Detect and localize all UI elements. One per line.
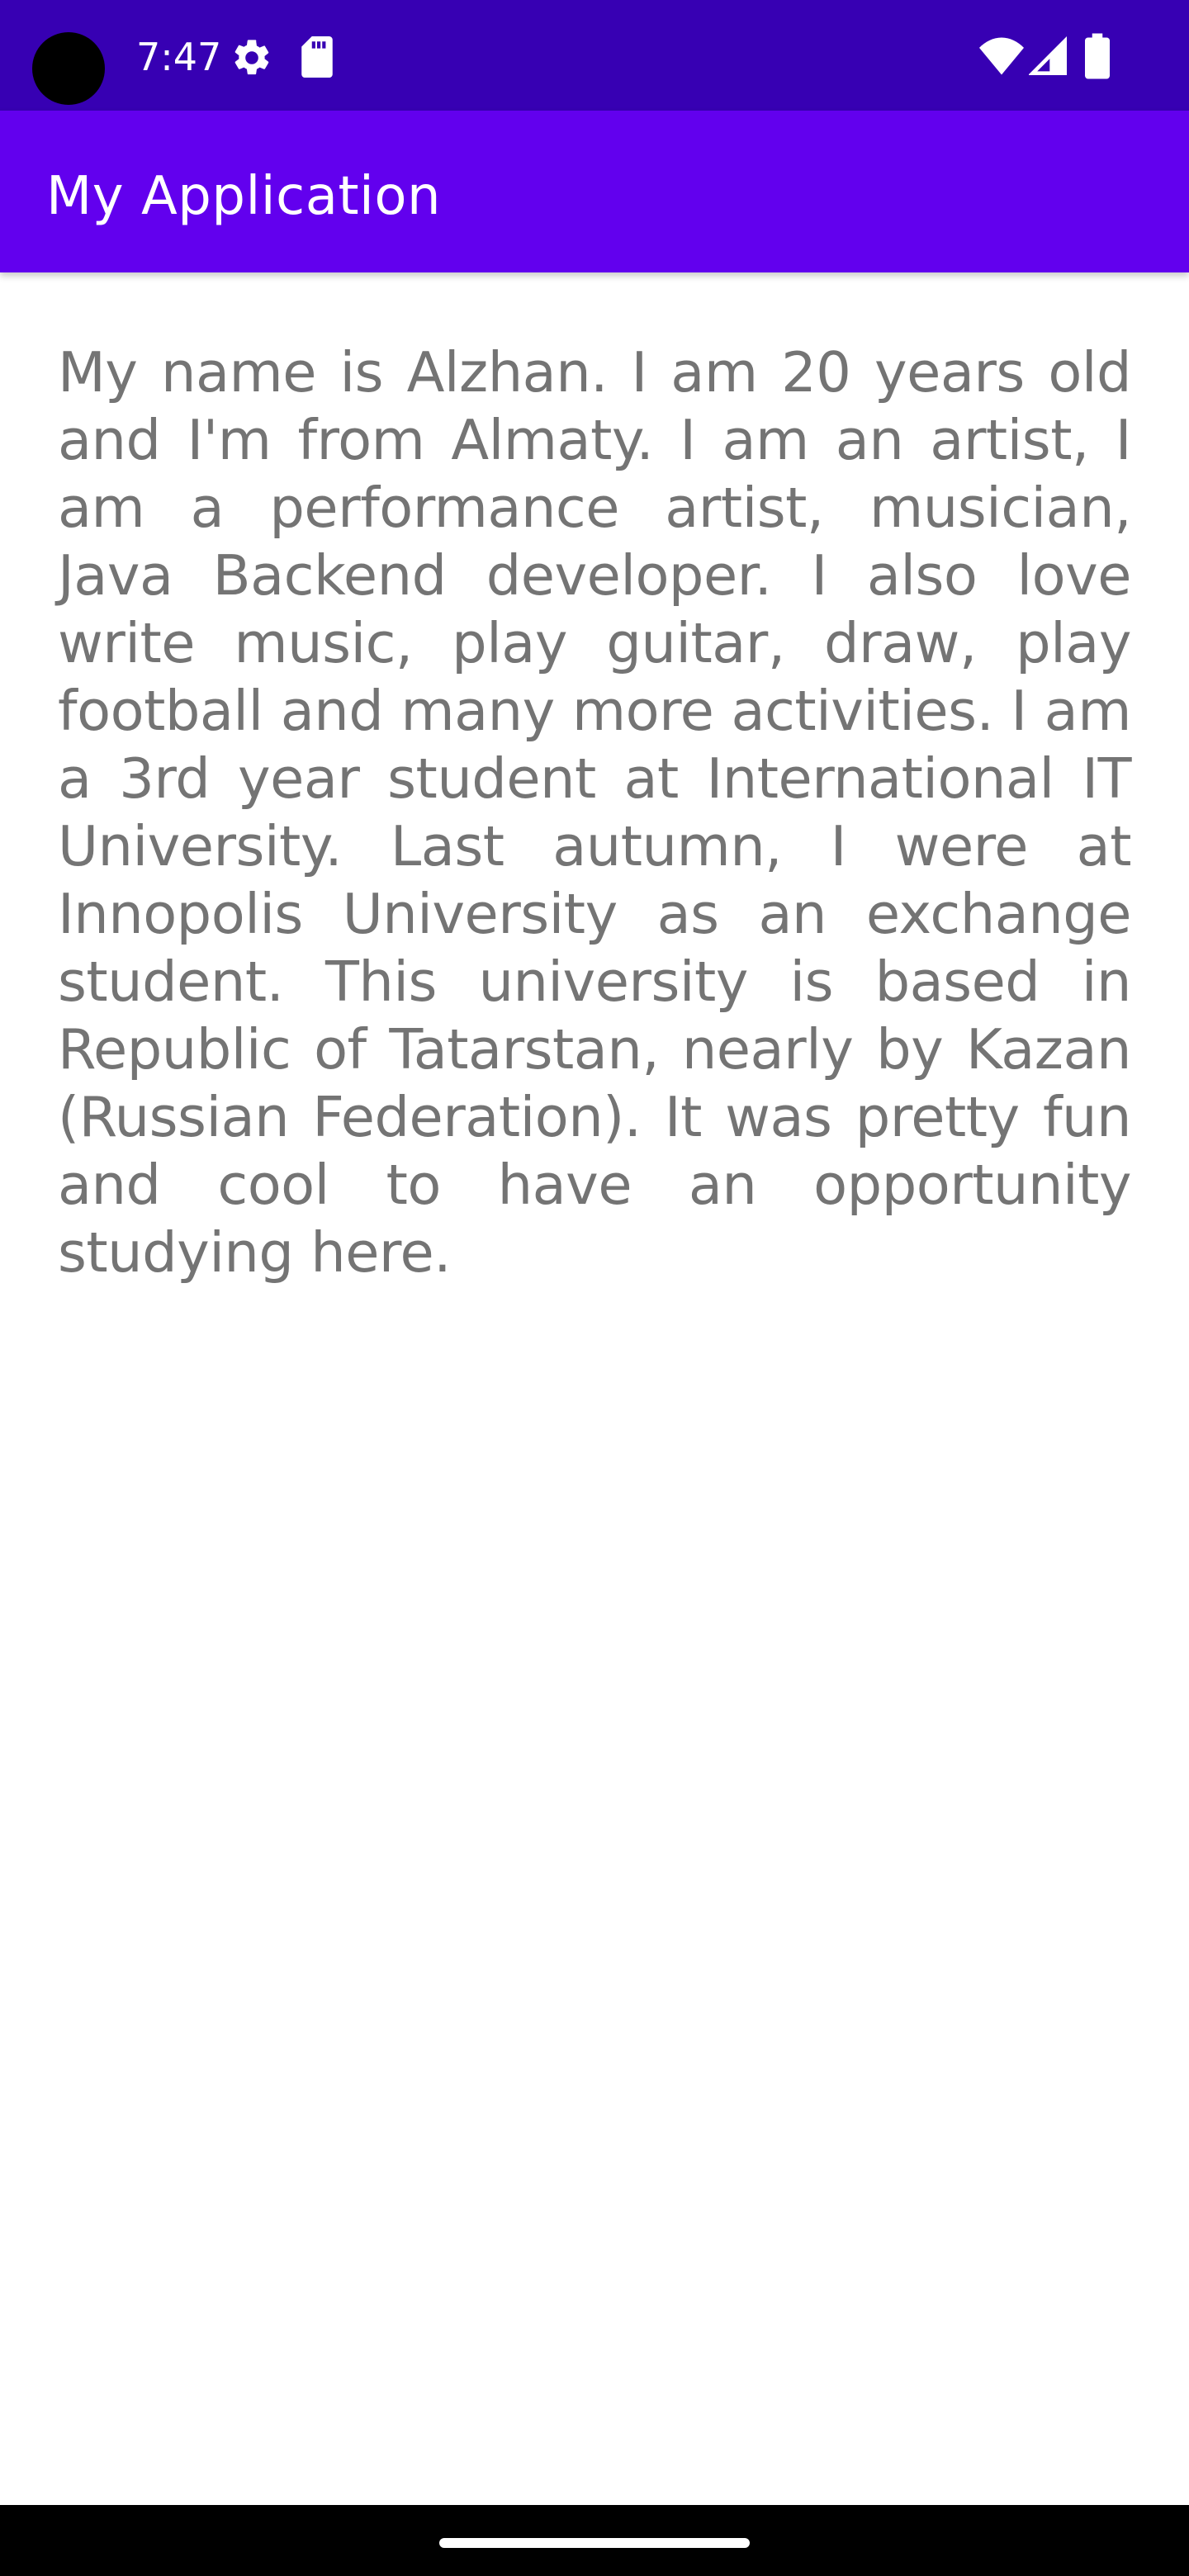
signal-icon (1029, 36, 1067, 75)
bio-text: My name is Alzhan. I am 20 years old and… (58, 340, 1132, 1285)
settings-icon (234, 40, 269, 75)
status-bar: 7:47 (0, 0, 1189, 111)
wifi-icon (979, 37, 1024, 75)
app-bar: My Application (0, 111, 1189, 272)
status-time: 7:47 (136, 35, 222, 79)
home-gesture-handle[interactable] (439, 2538, 750, 2548)
main-content: My name is Alzhan. I am 20 years old and… (58, 339, 1132, 1286)
navigation-bar (0, 2505, 1189, 2576)
app-title: My Application (46, 166, 442, 227)
sd-card-icon (301, 36, 333, 78)
camera-cutout (32, 32, 105, 105)
battery-icon (1085, 33, 1110, 79)
